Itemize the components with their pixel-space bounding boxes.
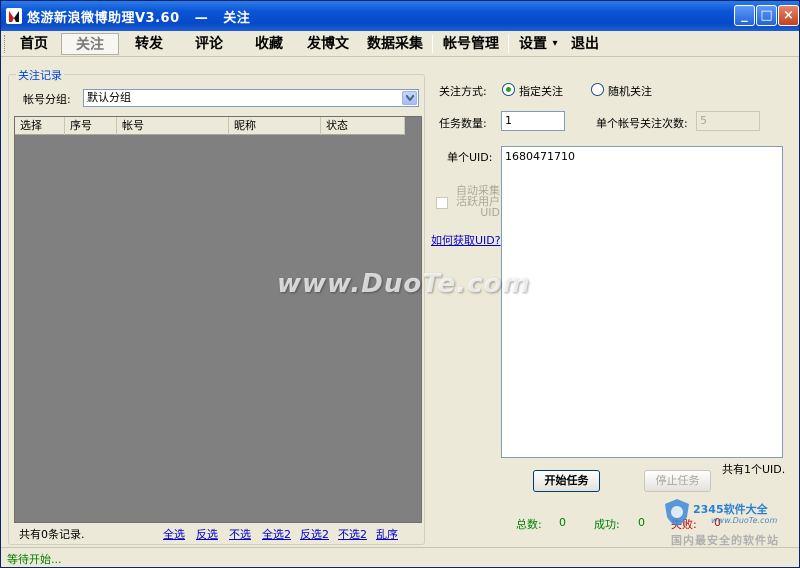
app-logo-icon: [6, 8, 22, 24]
menu-post[interactable]: 发博文: [299, 33, 357, 55]
how-to-get-uid-link[interactable]: 如何获取UID?: [431, 232, 501, 248]
uid-textarea[interactable]: 1680471710: [501, 146, 783, 458]
shuffle-link[interactable]: 乱序: [376, 526, 398, 542]
group-select-value: 默认分组: [87, 91, 131, 104]
col-index[interactable]: 序号: [65, 117, 117, 135]
menu-home[interactable]: 首页: [13, 33, 55, 55]
record-count: 共有0条记录.: [19, 528, 85, 541]
select-none2-link[interactable]: 不选2: [338, 526, 367, 542]
status-text: 等待开始...: [7, 553, 62, 566]
group-label: 帐号分组:: [23, 93, 71, 106]
start-task-button[interactable]: 开始任务: [533, 470, 600, 492]
per-account-input[interactable]: 5: [696, 111, 760, 131]
select-none-link[interactable]: 不选: [229, 526, 251, 542]
success-value: 0: [638, 516, 645, 529]
badge-brand: 2345软件大全: [693, 503, 768, 516]
auto-collect-label: 自动采集活跃用户UID: [456, 184, 500, 219]
menu-settings[interactable]: 设置: [515, 33, 551, 55]
invert-select-link[interactable]: 反选: [196, 526, 218, 542]
table-header: 选择 序号 帐号 昵称 状态: [15, 117, 405, 135]
auto-collect-checkbox[interactable]: [436, 197, 448, 209]
uid-value: 1680471710: [505, 150, 575, 163]
total-label: 总数:: [516, 518, 542, 531]
menu-follow[interactable]: 关注: [61, 33, 119, 55]
title-bar: 悠游新浪微博助理V3.60 — 关注 _ □ ×: [1, 1, 799, 31]
per-account-label: 单个帐号关注次数:: [596, 117, 688, 130]
task-count-label: 任务数量:: [439, 117, 487, 130]
menu-comment[interactable]: 评论: [187, 33, 231, 55]
mode-random-radio[interactable]: [591, 83, 604, 96]
badge-slogan: 国内最安全的软件站: [671, 534, 779, 547]
brand-badge: 2345软件大全 www.DuoTe.com 国内最安全的软件站: [663, 497, 800, 551]
menu-account-manage[interactable]: 帐号管理: [439, 33, 503, 55]
shield-icon: [665, 499, 689, 526]
maximize-button[interactable]: □: [756, 5, 777, 26]
col-nickname[interactable]: 昵称: [229, 117, 321, 135]
app-window: 悠游新浪微博助理V3.60 — 关注 _ □ × 首页 关注 转发 评论 收藏 …: [0, 0, 800, 568]
mode-specified-label[interactable]: 指定关注: [519, 83, 563, 99]
total-value: 0: [559, 516, 566, 529]
mode-specified-radio[interactable]: [502, 83, 515, 96]
select-all2-link[interactable]: 全选2: [262, 526, 291, 542]
menu-separator: [432, 35, 433, 53]
records-legend: 关注记录: [16, 67, 64, 83]
stop-task-button[interactable]: 停止任务: [644, 470, 711, 492]
menu-exit[interactable]: 退出: [567, 33, 603, 55]
settings-dropdown-icon[interactable]: ▾: [549, 33, 561, 55]
badge-url: www.DuoTe.com: [711, 516, 778, 525]
mode-label: 关注方式:: [439, 85, 487, 98]
success-label: 成功:: [594, 518, 620, 531]
col-select[interactable]: 选择: [15, 117, 65, 135]
records-table[interactable]: 选择 序号 帐号 昵称 状态: [14, 116, 422, 523]
uid-count: 共有1个UID.: [722, 463, 786, 476]
window-title: 悠游新浪微博助理V3.60 — 关注: [27, 11, 251, 26]
menu-data-collect[interactable]: 数据采集: [363, 33, 427, 55]
mode-random-label[interactable]: 随机关注: [608, 83, 652, 99]
menu-repost[interactable]: 转发: [127, 33, 171, 55]
close-button[interactable]: ×: [778, 5, 799, 26]
col-status[interactable]: 状态: [321, 117, 405, 135]
col-account[interactable]: 帐号: [117, 117, 229, 135]
menu-favorite[interactable]: 收藏: [247, 33, 291, 55]
menu-bar: 首页 关注 转发 评论 收藏 发博文 数据采集 帐号管理 设置 ▾ 退出: [1, 31, 799, 57]
minimize-button[interactable]: _: [734, 5, 755, 26]
menu-separator: [508, 35, 509, 53]
task-count-input[interactable]: 1: [501, 111, 565, 131]
toolbar-grip: [4, 35, 7, 53]
uid-label: 单个UID:: [447, 151, 493, 164]
watermark-text: www.DuoTe.com: [277, 269, 531, 299]
invert-select2-link[interactable]: 反选2: [300, 526, 329, 542]
chevron-down-icon[interactable]: [402, 91, 417, 105]
group-select[interactable]: 默认分组: [83, 89, 419, 107]
select-all-link[interactable]: 全选: [163, 526, 185, 542]
